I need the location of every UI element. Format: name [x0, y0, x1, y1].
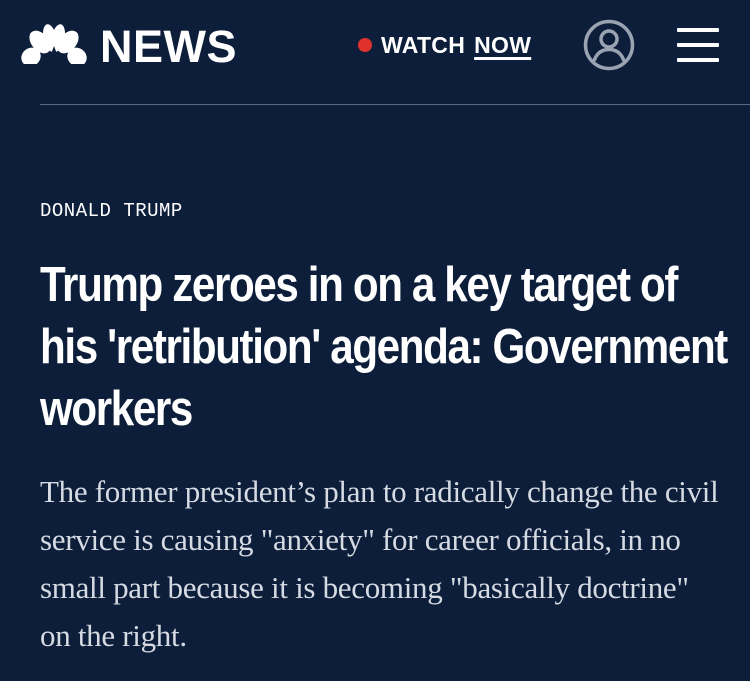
watch-now-link[interactable]: WATCH NOW — [358, 30, 531, 60]
peacock-logo-icon — [20, 24, 88, 68]
logo-text: NEWS — [100, 20, 237, 72]
header-divider — [40, 104, 750, 105]
section-kicker[interactable]: DONALD TRUMP — [40, 200, 183, 222]
user-circle-icon[interactable] — [583, 19, 635, 71]
hamburger-menu-icon[interactable] — [677, 28, 719, 62]
watch-label: WATCH — [381, 31, 466, 58]
live-dot-icon — [358, 38, 372, 52]
article-dek: The former president’s plan to radically… — [40, 474, 719, 653]
watch-now-label: NOW — [474, 31, 532, 58]
site-header: NEWS WATCH NOW — [0, 0, 750, 92]
nbc-news-logo[interactable]: NEWS — [20, 18, 237, 74]
article-headline: Trump zeroes in on a key target of his '… — [40, 258, 728, 436]
